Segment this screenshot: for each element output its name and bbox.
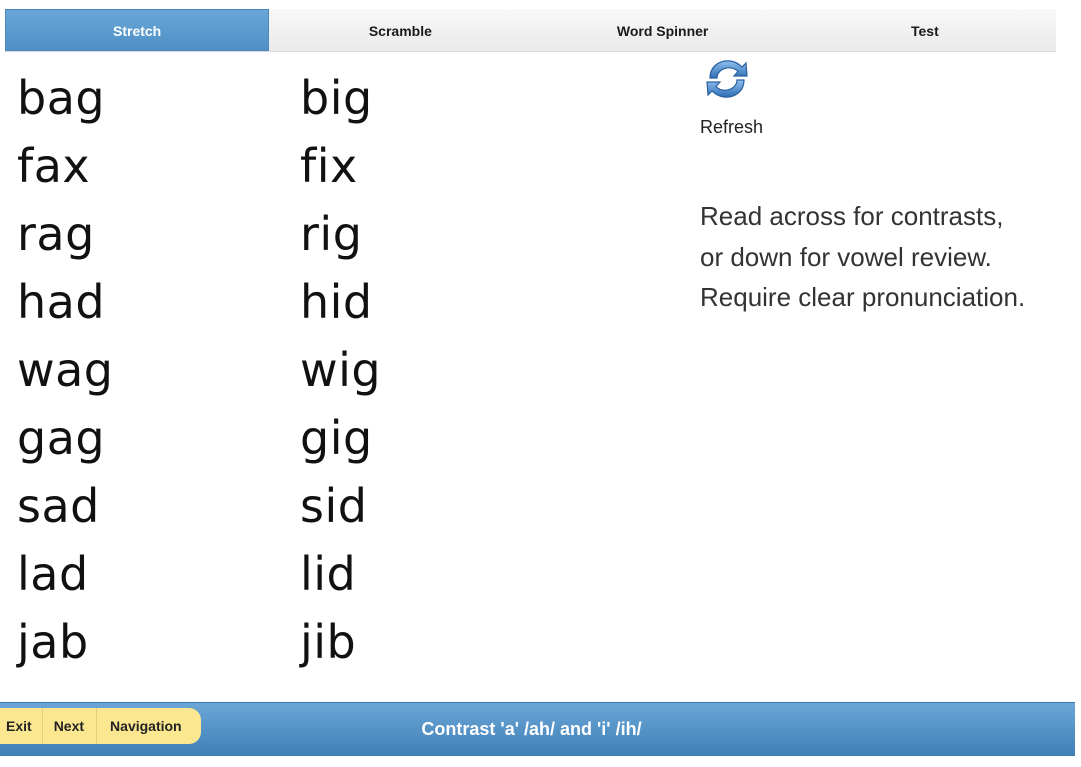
tab-stretch[interactable]: Stretch [5, 9, 270, 51]
word-item: jab [17, 615, 89, 669]
word-item: sad [17, 479, 100, 533]
word-item: gag [17, 411, 106, 465]
word-item: fax [17, 139, 91, 193]
word-item: lad [17, 547, 89, 601]
footer-bar: Exit Next Navigation Contrast 'a' /ah/ a… [0, 702, 1075, 756]
instruction-line: Require clear pronunciation. [700, 282, 1026, 312]
word-item: wig [300, 343, 382, 397]
activity-tabs: Stretch Scramble Word Spinner Test [5, 9, 1056, 52]
instructions-text: Read across for contrasts, or down for v… [700, 196, 1070, 318]
word-column-a: bag fax rag had wag gag sad lad jab [17, 71, 114, 683]
word-item: hid [300, 275, 373, 329]
tab-word-spinner[interactable]: Word Spinner [532, 9, 794, 51]
word-item: sid [300, 479, 368, 533]
refresh-label: Refresh [700, 117, 764, 137]
tab-scramble[interactable]: Scramble [269, 9, 531, 51]
refresh-icon [706, 60, 748, 98]
word-item: gig [300, 411, 373, 465]
instruction-line: Read across for contrasts, [700, 201, 1004, 231]
word-item: fix [300, 139, 358, 193]
word-item: bag [17, 71, 106, 125]
word-item: big [300, 71, 373, 125]
word-item: rag [17, 207, 95, 261]
word-column-i: big fix rig hid wig gig sid lid jib [300, 71, 381, 683]
instruction-line: or down for vowel review. [700, 241, 992, 272]
refresh-button[interactable]: Refresh [698, 54, 778, 138]
word-item: had [17, 275, 106, 329]
word-item: jib [300, 615, 357, 669]
lesson-title: Contrast 'a' /ah/ and 'i' /ih/ [421, 719, 642, 739]
word-item: lid [300, 547, 357, 601]
word-item: wag [17, 343, 114, 397]
word-item: rig [300, 207, 363, 261]
tab-test[interactable]: Test [794, 9, 1056, 51]
